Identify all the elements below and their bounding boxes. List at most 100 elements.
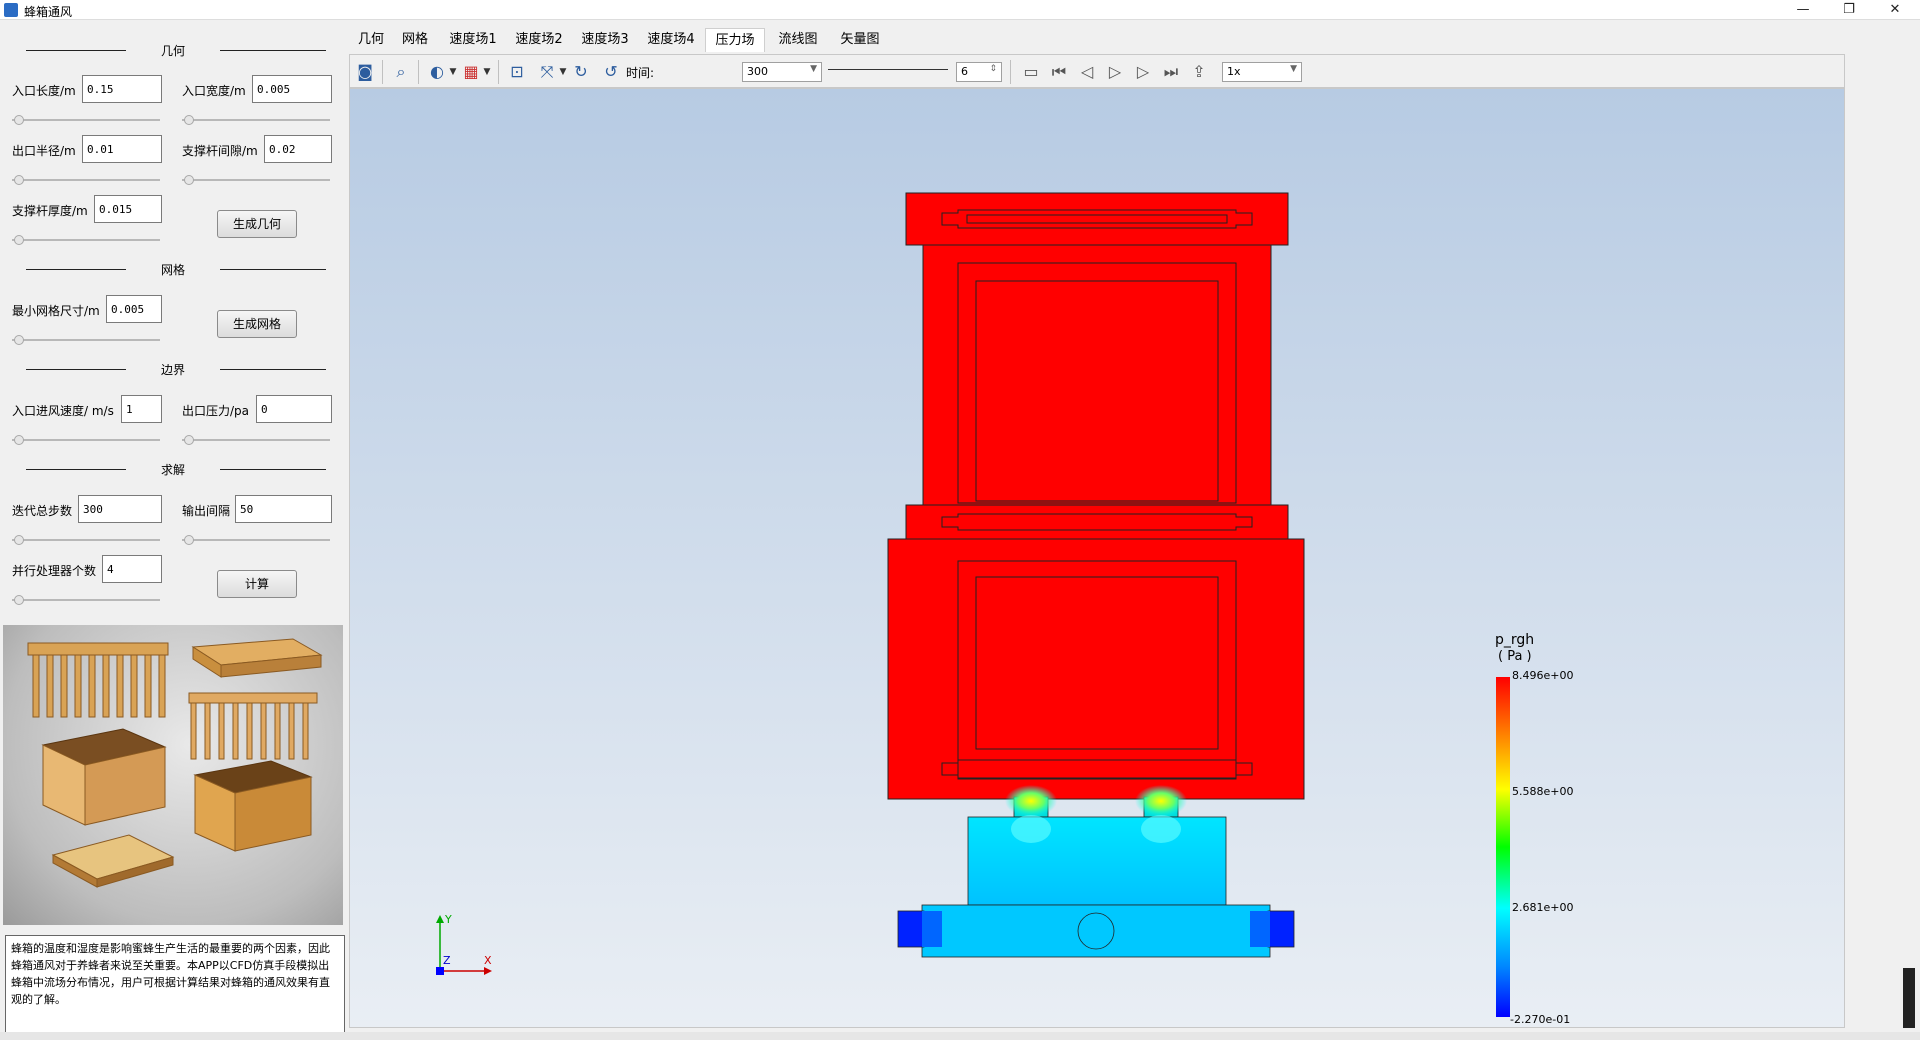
hive-bottom-chamber <box>967 815 1227 906</box>
tab-velocity2[interactable]: 速度场2 <box>510 28 568 52</box>
tab-velocity3[interactable]: 速度场3 <box>576 28 634 52</box>
tab-streamlines[interactable]: 流线图 <box>770 28 826 52</box>
inlet-length-label: 入口长度/m <box>12 84 76 98</box>
axis-y-label: Y <box>444 913 452 926</box>
speed-select-value: 1x <box>1227 65 1241 78</box>
min-mesh-slider[interactable] <box>12 335 160 345</box>
tab-velocity4[interactable]: 速度场4 <box>642 28 700 52</box>
camera-icon[interactable]: ◙ <box>354 61 376 83</box>
legend-colorbar <box>1496 677 1510 1017</box>
min-mesh-field[interactable]: 0.005 <box>106 295 162 323</box>
app-description: 蜂箱的温度和湿度是影响蜜蜂生产生活的最重要的两个因素，因此蜂箱通风对于养蜂者来说… <box>5 935 345 1033</box>
rotate-ccw-icon[interactable]: ↺ <box>600 61 622 83</box>
first-frame-icon[interactable]: ⏮ <box>1048 61 1070 83</box>
chevron-down-icon: ▼ <box>810 64 817 74</box>
rod-thickness-field[interactable]: 0.015 <box>94 195 162 223</box>
time-slider[interactable] <box>828 67 948 77</box>
section-solve: 求解 <box>0 459 346 479</box>
rotate-cw-icon[interactable]: ↻ <box>570 61 592 83</box>
hive-lower-box <box>887 538 1305 800</box>
play-icon[interactable]: ▷ <box>1104 61 1126 83</box>
tab-velocity1[interactable]: 速度场1 <box>444 28 502 52</box>
pressure-field-viewport[interactable]: Y Z X p_rgh ( Pa ) 8.496e+00 5.588e+00 2… <box>349 88 1845 1028</box>
prev-frame-icon[interactable]: ◁ <box>1076 61 1098 83</box>
iterations-field[interactable]: 300 <box>78 495 162 523</box>
inlet-length-slider[interactable] <box>12 115 160 125</box>
axis-triad: Y Z X <box>436 913 492 975</box>
outlet-pressure-field[interactable]: 0 <box>256 395 332 423</box>
outlet-radius-slider[interactable] <box>12 175 160 185</box>
inlet-speed-label: 入口进风速度/ m/s <box>12 404 114 418</box>
window-title: 蜂箱通风 <box>24 5 73 19</box>
beehive-image <box>3 625 343 925</box>
loop-icon[interactable]: ⇪ <box>1188 61 1210 83</box>
output-interval-field[interactable]: 50 <box>235 495 332 523</box>
time-label: 时间: <box>626 66 655 80</box>
tab-vectors[interactable]: 矢量图 <box>832 28 888 52</box>
minimize-button[interactable]: — <box>1780 0 1826 20</box>
next-frame-icon[interactable]: ▷ <box>1132 61 1154 83</box>
outlet-pressure-label: 出口压力/pa <box>182 404 250 418</box>
viewer-toolbar: ◙ ⌕ ◐ ▼ ▦ ▼ ⊡ ⤧ ▼ ↻ ↺ 时间: 300 ▼ 6 ⇕ ▭ ⏮ ◁ … <box>349 54 1845 88</box>
outlet-radius-field[interactable]: 0.01 <box>82 135 162 163</box>
rod-thickness-label: 支撑杆厚度/m <box>12 204 88 218</box>
axis-z-label: Z <box>443 954 451 967</box>
fit-view-icon[interactable]: ⊡ <box>506 61 528 83</box>
display-mode-dropdown-icon[interactable]: ▼ <box>448 61 458 83</box>
status-bar <box>0 1032 1920 1040</box>
generate-geometry-button[interactable]: 生成几何 <box>217 210 297 238</box>
min-mesh-label: 最小网格尺寸/m <box>12 304 100 318</box>
record-icon[interactable]: ▭ <box>1020 61 1042 83</box>
outlet-pressure-slider[interactable] <box>182 435 330 445</box>
inlet-width-field[interactable]: 0.005 <box>252 75 332 103</box>
time-select-value: 300 <box>747 65 768 78</box>
inlet-speed-slider[interactable] <box>12 435 160 445</box>
processors-field[interactable]: 4 <box>102 555 162 583</box>
inlet-width-slider[interactable] <box>182 115 330 125</box>
parameter-panel: 几何 入口长度/m 0.15 入口宽度/m 0.005 出口半径/m 0.01 … <box>0 20 346 1033</box>
legend-tick-2: 5.588e+00 <box>1512 785 1573 798</box>
inlet-speed-field[interactable]: 1 <box>121 395 162 423</box>
colormap-dropdown-icon[interactable]: ▼ <box>482 61 492 83</box>
generate-mesh-button[interactable]: 生成网格 <box>217 310 297 338</box>
chevron-down-icon: ▼ <box>1290 64 1297 74</box>
scrollbar-thumb[interactable] <box>1903 968 1915 1028</box>
frame-spinbox-value: 6 <box>961 65 968 78</box>
speed-select[interactable]: 1x ▼ <box>1222 62 1302 82</box>
hive-upper-box <box>922 244 1272 506</box>
legend-title: p_rgh <box>1495 632 1534 648</box>
maximize-button[interactable]: ❐ <box>1826 0 1872 20</box>
display-mode-icon[interactable]: ◐ <box>426 61 448 83</box>
iterations-slider[interactable] <box>12 535 160 545</box>
inlet-width-label: 入口宽度/m <box>182 84 246 98</box>
rod-gap-field[interactable]: 0.02 <box>264 135 332 163</box>
section-boundary: 边界 <box>0 359 346 379</box>
vertical-scrollbar[interactable] <box>1900 20 1918 1032</box>
inlet-length-field[interactable]: 0.15 <box>82 75 162 103</box>
colormap-icon[interactable]: ▦ <box>460 61 482 83</box>
processors-slider[interactable] <box>12 595 160 605</box>
axes-icon[interactable]: ⤧ <box>536 61 558 83</box>
frame-spinbox[interactable]: 6 ⇕ <box>956 62 1002 82</box>
output-interval-slider[interactable] <box>182 535 330 545</box>
rod-thickness-slider[interactable] <box>12 235 160 245</box>
legend-tick-min: -2.270e-01 <box>1510 1013 1570 1026</box>
section-geometry: 几何 <box>0 40 346 60</box>
time-select[interactable]: 300 ▼ <box>742 62 822 82</box>
tab-mesh[interactable]: 网格 <box>394 28 436 52</box>
output-interval-label: 输出间隔 <box>182 504 231 518</box>
rod-gap-slider[interactable] <box>182 175 330 185</box>
section-mesh: 网格 <box>0 259 346 279</box>
processors-label: 并行处理器个数 <box>12 564 97 578</box>
close-button[interactable]: ✕ <box>1872 0 1918 20</box>
zoom-icon[interactable]: ⌕ <box>390 61 412 83</box>
tab-geometry[interactable]: 几何 <box>350 28 392 52</box>
hive-base-inlet <box>897 904 1295 958</box>
app-icon <box>4 3 18 17</box>
legend-tick-max: 8.496e+00 <box>1512 669 1573 682</box>
last-frame-icon[interactable]: ⏭ <box>1160 61 1182 83</box>
iterations-label: 迭代总步数 <box>12 504 73 518</box>
compute-button[interactable]: 计算 <box>217 570 297 598</box>
tab-pressure[interactable]: 压力场 <box>705 28 765 52</box>
axes-dropdown-icon[interactable]: ▼ <box>558 61 568 83</box>
